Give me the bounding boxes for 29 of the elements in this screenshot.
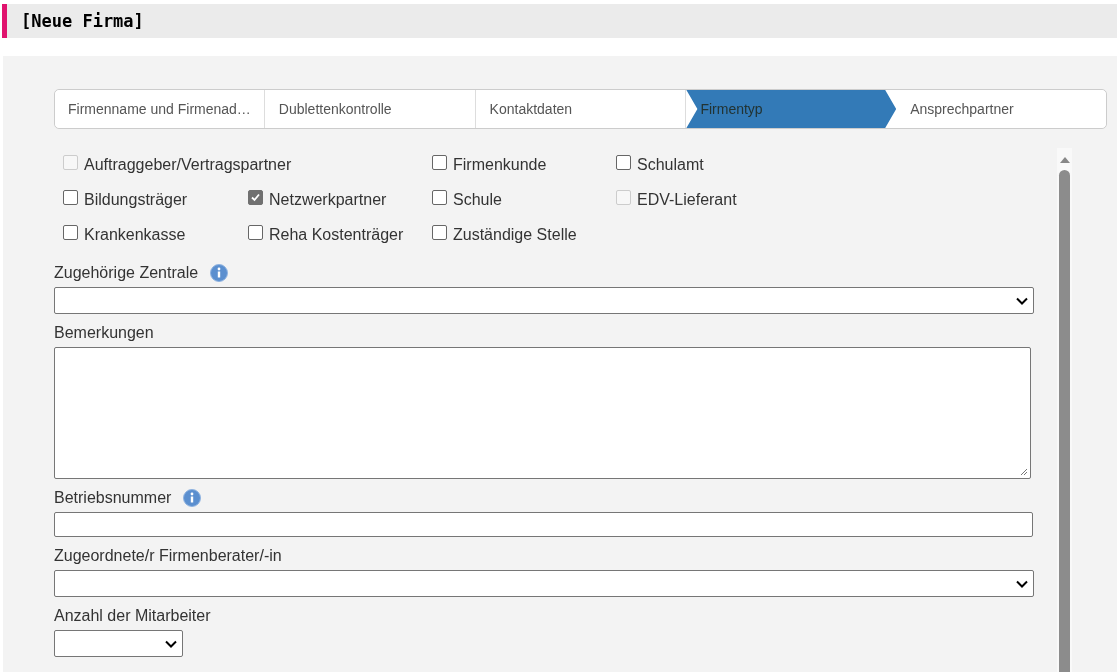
- wizard-step[interactable]: Firmenname und Firmenad…: [55, 90, 265, 128]
- field-label: Zugeordnete/r Firmenberater/-in: [54, 547, 282, 565]
- field-label: Anzahl der Mitarbeiter: [54, 607, 211, 625]
- field-label: Bemerkungen: [54, 324, 154, 342]
- field-label: Betriebsnummer: [54, 489, 172, 507]
- chevron-down-icon: [1016, 579, 1028, 588]
- company-type-checkbox[interactable]: Firmenkunde: [432, 156, 616, 174]
- chevron-down-icon: [165, 639, 177, 648]
- company-type-checkbox[interactable]: Schule: [432, 191, 616, 209]
- scrollbar-thumb[interactable]: [1059, 170, 1070, 672]
- info-icon[interactable]: [183, 489, 202, 507]
- field-label: Zugehörige Zentrale: [54, 264, 199, 282]
- input-field[interactable]: [54, 512, 1033, 537]
- resize-grip-icon[interactable]: [1020, 468, 1028, 476]
- company-type-checkbox[interactable]: Krankenkasse: [63, 226, 248, 244]
- scroll-up-icon[interactable]: [1058, 156, 1071, 164]
- info-icon[interactable]: [210, 264, 229, 282]
- company-type-checkbox[interactable]: Zuständige Stelle: [432, 226, 616, 244]
- dropdown-field[interactable]: [54, 287, 1034, 314]
- page-title: [Neue Firma]: [21, 11, 144, 31]
- dropdown-field[interactable]: [54, 630, 183, 657]
- company-type-checkbox[interactable]: Bildungsträger: [63, 191, 248, 209]
- company-type-checkbox[interactable]: Netzwerkpartner: [248, 191, 432, 209]
- company-type-checkbox[interactable]: Schulamt: [616, 156, 800, 174]
- company-type-checkbox[interactable]: Reha Kostenträger: [248, 226, 432, 244]
- scrollbar[interactable]: [1057, 148, 1072, 672]
- dropdown-field[interactable]: [54, 570, 1034, 597]
- chevron-down-icon: [1016, 296, 1028, 305]
- textarea-field[interactable]: [54, 347, 1031, 479]
